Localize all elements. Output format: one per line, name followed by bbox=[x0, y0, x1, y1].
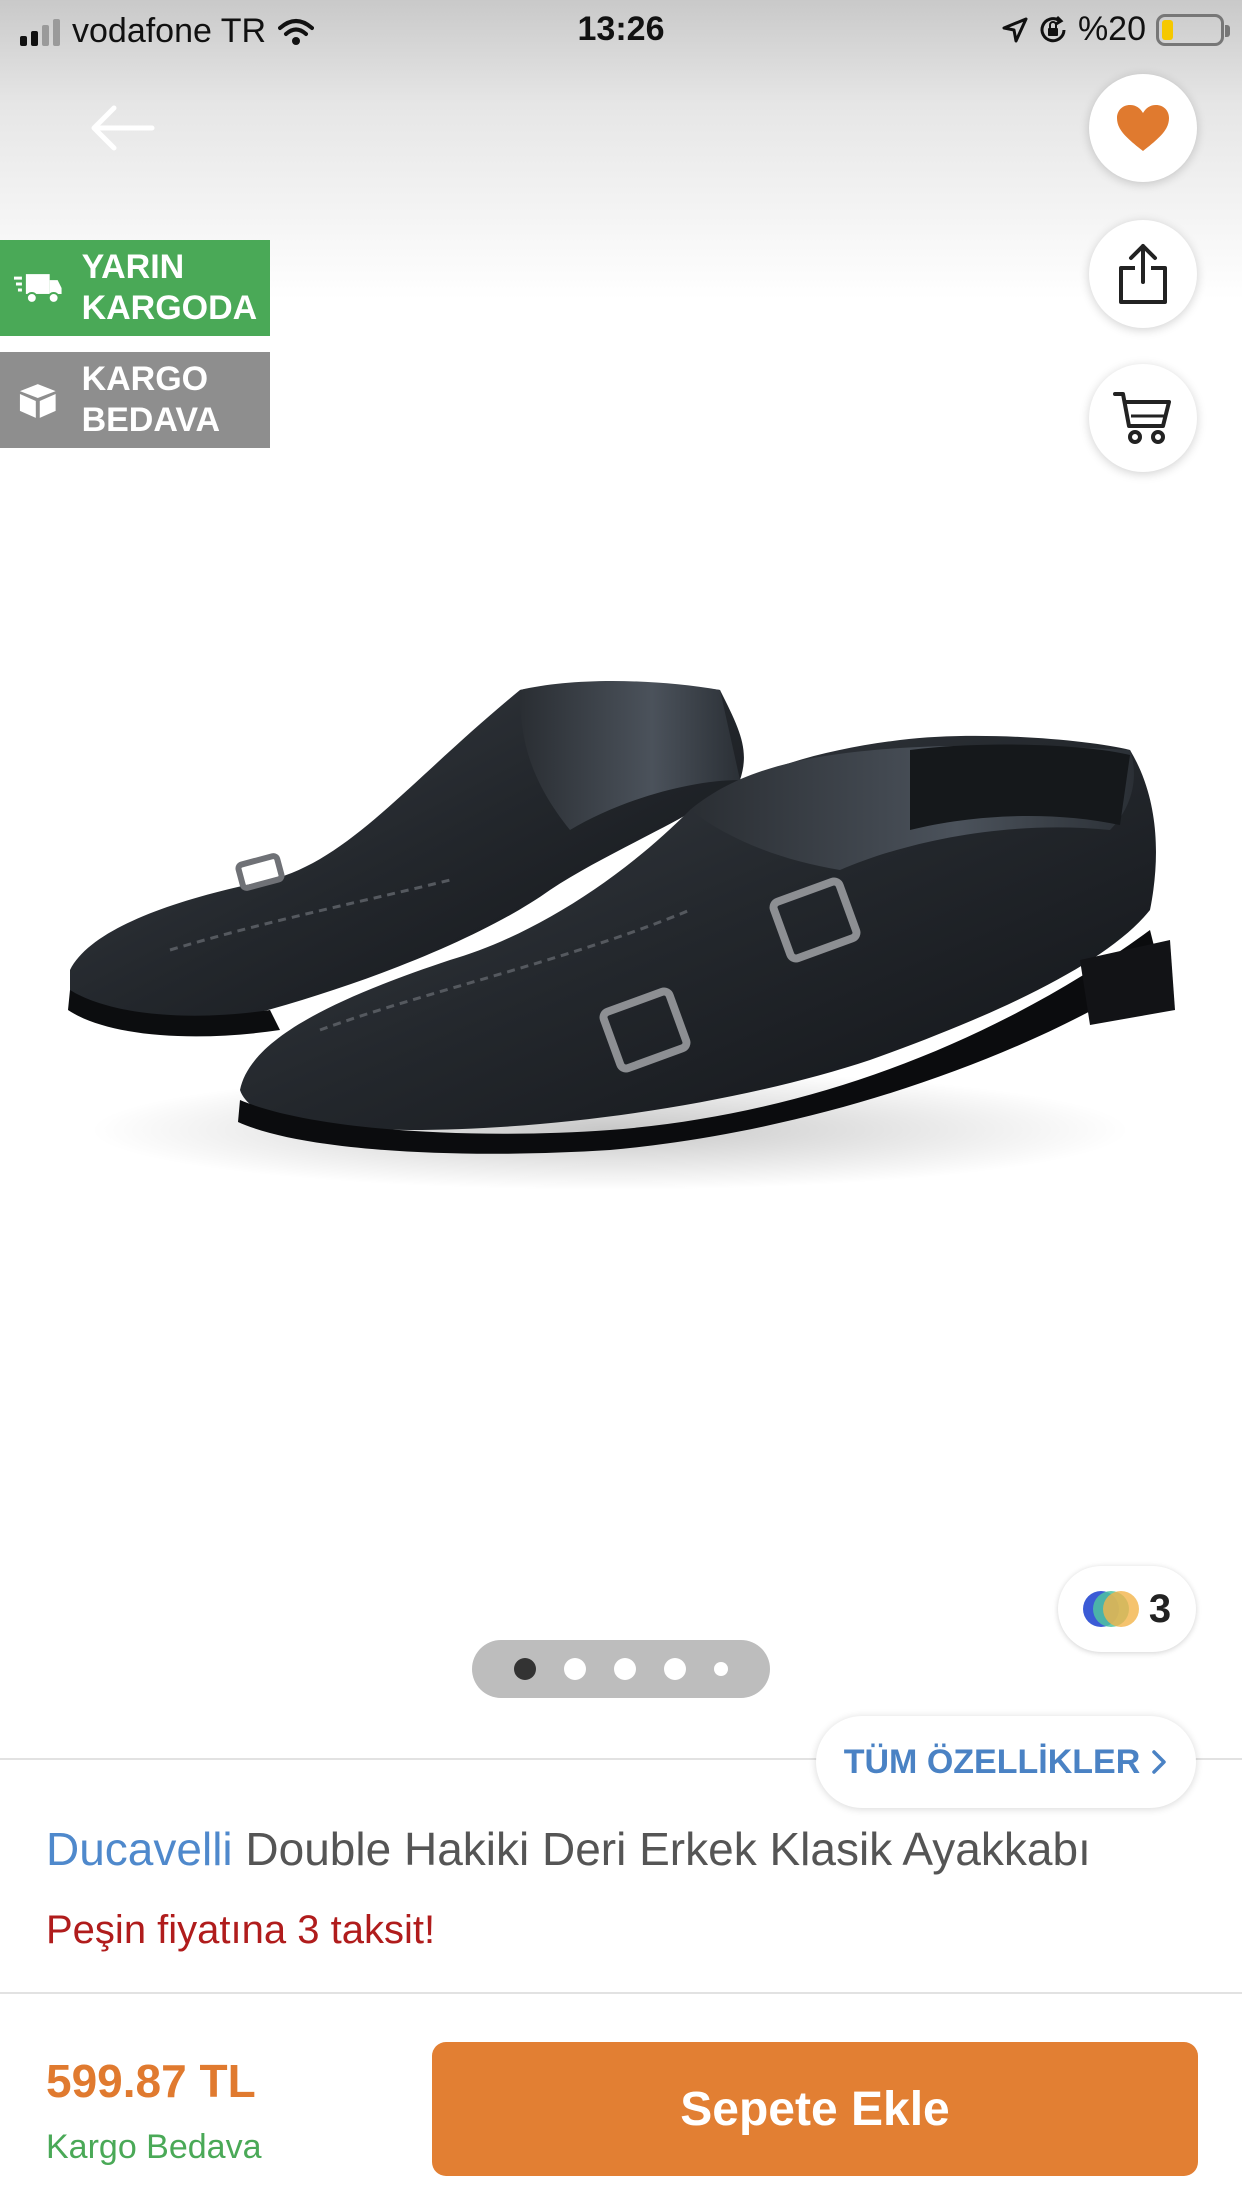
heart-icon bbox=[1117, 105, 1169, 151]
truck-icon bbox=[13, 274, 62, 304]
shipping-info: Kargo Bedava bbox=[46, 2128, 262, 2166]
pager-dot[interactable] bbox=[714, 1662, 728, 1676]
arrow-left-icon bbox=[91, 105, 155, 151]
free-shipping-line2: BEDAVA bbox=[81, 401, 221, 439]
share-icon bbox=[1119, 244, 1167, 304]
pager-dot[interactable] bbox=[664, 1658, 686, 1680]
pager-dot[interactable] bbox=[614, 1658, 636, 1680]
product-title: Ducavelli Double Hakiki Deri Erkek Klasi… bbox=[46, 1822, 1206, 1876]
free-shipping-line1: KARGO bbox=[81, 360, 209, 398]
cart-button[interactable] bbox=[1089, 364, 1197, 472]
free-shipping-badge: KARGO BEDAVA bbox=[0, 352, 270, 448]
add-to-cart-button[interactable]: Sepete Ekle bbox=[432, 2042, 1198, 2176]
product-name: Double Hakiki Deri Erkek Klasik Ayakkabı bbox=[245, 1823, 1091, 1875]
battery-icon bbox=[1156, 13, 1230, 46]
cart-icon bbox=[1113, 392, 1171, 444]
fast-shipping-line2: KARGODA bbox=[81, 289, 258, 327]
image-pager[interactable] bbox=[472, 1640, 770, 1698]
box-icon bbox=[19, 384, 56, 418]
fast-shipping-badge: YARIN KARGODA bbox=[0, 240, 270, 336]
status-bar: vodafone TR 13:26 %20 bbox=[0, 0, 1242, 64]
location-arrow-icon bbox=[1002, 17, 1028, 42]
installment-text: Peşin fiyatına 3 taksit! bbox=[46, 1908, 436, 1952]
pager-dot[interactable] bbox=[564, 1658, 586, 1680]
pager-dot[interactable] bbox=[514, 1658, 536, 1680]
rotation-lock-icon bbox=[1040, 15, 1066, 42]
color-variants-button[interactable]: 3 bbox=[1058, 1566, 1196, 1652]
status-right: %20 bbox=[1002, 10, 1230, 49]
product-image[interactable] bbox=[50, 660, 1190, 1220]
color-count: 3 bbox=[1148, 1586, 1172, 1631]
chevron-right-icon bbox=[1152, 1750, 1167, 1774]
favorite-button[interactable] bbox=[1089, 74, 1197, 182]
brand-link[interactable]: Ducavelli bbox=[46, 1823, 233, 1875]
all-features-label: TÜM ÖZELLİKLER bbox=[843, 1742, 1141, 1781]
share-button[interactable] bbox=[1089, 220, 1197, 328]
fast-shipping-line1: YARIN bbox=[81, 248, 185, 286]
battery-percent: %20 bbox=[1077, 10, 1146, 48]
back-button[interactable] bbox=[88, 96, 168, 160]
product-price: 599.87 TL bbox=[46, 2055, 256, 2107]
color-swatches-icon bbox=[1082, 1591, 1139, 1627]
divider bbox=[0, 1992, 1242, 1994]
all-features-button[interactable]: TÜM ÖZELLİKLER bbox=[816, 1716, 1196, 1808]
